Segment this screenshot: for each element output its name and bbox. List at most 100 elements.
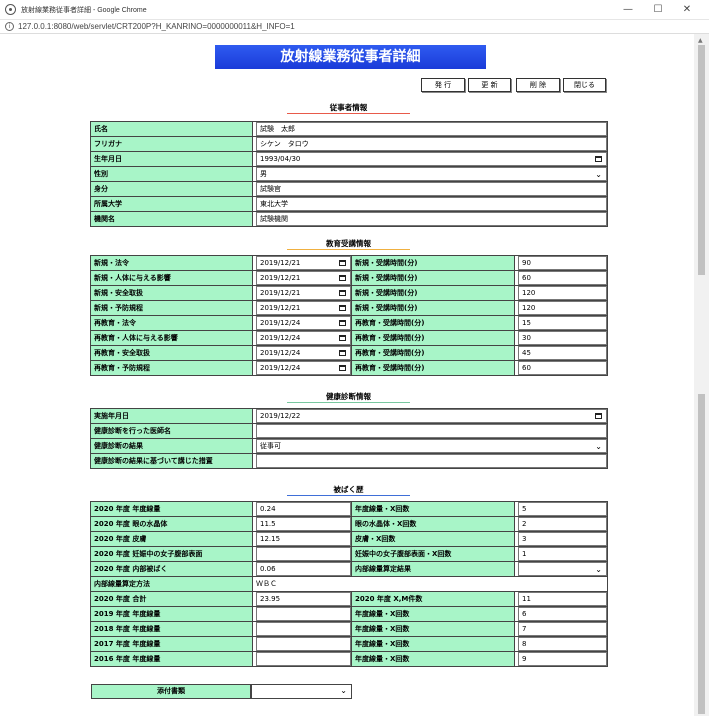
attachment-select[interactable]: ⌄ xyxy=(251,684,352,699)
update-button[interactable]: 更 新 xyxy=(468,78,511,92)
close-window-button[interactable]: ✕ xyxy=(680,3,694,17)
exposure-field[interactable]: 23.95 xyxy=(256,592,351,606)
exposure-count-field[interactable]: 6 xyxy=(518,607,607,621)
name-label: 氏名 xyxy=(90,121,253,137)
scroll-up-icon[interactable]: ▲ xyxy=(698,37,703,44)
exposure-count-field[interactable]: 3 xyxy=(518,532,607,546)
exposure-section-underline xyxy=(287,495,410,496)
scrollbar-thumb-lower xyxy=(698,394,705,714)
calendar-icon[interactable] xyxy=(339,350,346,356)
status-field[interactable]: 試験官 xyxy=(256,182,607,196)
scrollbar-thumb[interactable] xyxy=(698,45,705,275)
calendar-icon[interactable] xyxy=(339,365,346,371)
internal-dose-result-select[interactable]: ⌄ xyxy=(518,562,607,576)
issue-button[interactable]: 発 行 xyxy=(421,78,465,92)
close-button[interactable]: 閉じる xyxy=(563,78,606,92)
calendar-icon[interactable] xyxy=(595,413,602,419)
exposure-field[interactable] xyxy=(256,637,351,651)
exposure-table: 2020 年度 年度線量 0.24 年度線量・X回数 5 2020 年度 眼の水… xyxy=(90,501,608,667)
education-hours-field[interactable]: 60 xyxy=(518,361,607,375)
education-date-field[interactable]: 2019/12/24 xyxy=(256,331,351,345)
exposure-count-field[interactable]: 9 xyxy=(518,652,607,666)
education-hours-label: 再教育・受講時間(分) xyxy=(351,345,515,361)
table-row: 生年月日 1993/04/30 xyxy=(90,151,608,167)
table-row: 健康診断を行った医師名 xyxy=(90,423,608,439)
table-row: 身分 試験官 xyxy=(90,181,608,197)
education-hours-label: 新規・受講時間(分) xyxy=(351,300,515,316)
exposure-field[interactable] xyxy=(256,607,351,621)
exposure-field[interactable] xyxy=(256,652,351,666)
education-hours-label: 新規・受講時間(分) xyxy=(351,285,515,301)
education-hours-field[interactable]: 120 xyxy=(518,301,607,315)
minimize-button[interactable]: — xyxy=(621,3,635,17)
delete-button[interactable]: 削 除 xyxy=(516,78,560,92)
internal-dose-result-label: 内部線量算定結果 xyxy=(351,561,515,577)
calendar-icon[interactable] xyxy=(339,335,346,341)
birthdate-field[interactable]: 1993/04/30 xyxy=(256,152,607,166)
education-date-field[interactable]: 2019/12/21 xyxy=(256,271,351,285)
exposure-count-field[interactable]: 7 xyxy=(518,622,607,636)
birthdate-value: 1993/04/30 xyxy=(260,155,301,163)
table-row: 新規・安全取扱 2019/12/21 新規・受講時間(分) 120 xyxy=(90,285,608,301)
education-date-field[interactable]: 2019/12/24 xyxy=(256,316,351,330)
education-hours-field[interactable]: 15 xyxy=(518,316,607,330)
name-field[interactable]: 試験 太郎 xyxy=(256,122,607,136)
exposure-count-field[interactable]: 8 xyxy=(518,637,607,651)
education-date-field[interactable]: 2019/12/24 xyxy=(256,346,351,360)
table-row: 健康診断の結果 従事可 ⌄ xyxy=(90,438,608,454)
education-date-field[interactable]: 2019/12/24 xyxy=(256,361,351,375)
table-row: 再教育・予防規程 2019/12/24 再教育・受講時間(分) 60 xyxy=(90,360,608,376)
university-label: 所属大学 xyxy=(90,196,253,212)
exam-result-label: 健康診断の結果 xyxy=(90,438,253,454)
education-date-field[interactable]: 2019/12/21 xyxy=(256,286,351,300)
calendar-icon[interactable] xyxy=(339,260,346,266)
exam-date-field[interactable]: 2019/12/22 xyxy=(256,409,607,423)
education-hours-label: 再教育・受講時間(分) xyxy=(351,315,515,331)
university-field[interactable]: 東北大学 xyxy=(256,197,607,211)
education-hours-field[interactable]: 30 xyxy=(518,331,607,345)
page-content: 放射線業務従事者詳細 発 行 更 新 削 除 閉じる 従事者情報 氏名 試験 太… xyxy=(0,34,694,716)
exposure-field[interactable]: 11.5 xyxy=(256,517,351,531)
education-date-field[interactable]: 2019/12/21 xyxy=(256,256,351,270)
exposure-count-field[interactable]: 5 xyxy=(518,502,607,516)
table-row: 2018 年度 年度線量 年度線量・X回数 7 xyxy=(90,621,608,637)
calendar-icon[interactable] xyxy=(339,305,346,311)
exposure-field[interactable]: 0.06 xyxy=(256,562,351,576)
maximize-button[interactable]: ☐ xyxy=(651,3,665,17)
calendar-icon[interactable] xyxy=(339,275,346,281)
worker-table: 氏名 試験 太郎 フリガナ シケン タロウ 生年月日 1993/04/30 性別… xyxy=(90,121,608,227)
exposure-count-field[interactable]: 2 xyxy=(518,517,607,531)
info-icon[interactable]: i xyxy=(5,22,14,31)
vertical-scrollbar[interactable]: ▲ xyxy=(694,34,709,716)
gender-select[interactable]: 男 ⌄ xyxy=(256,167,607,181)
exam-result-select[interactable]: 従事可 ⌄ xyxy=(256,439,607,453)
doctor-label: 健康診断を行った医師名 xyxy=(90,423,253,439)
education-hours-field[interactable]: 45 xyxy=(518,346,607,360)
calendar-icon[interactable] xyxy=(339,290,346,296)
exposure-field[interactable] xyxy=(256,547,351,561)
exposure-field[interactable] xyxy=(256,622,351,636)
exposure-field[interactable]: 0.24 xyxy=(256,502,351,516)
education-label: 新規・人体に与える影響 xyxy=(90,270,253,286)
education-date-field[interactable]: 2019/12/21 xyxy=(256,301,351,315)
doctor-field[interactable] xyxy=(256,424,607,438)
education-hours-field[interactable]: 120 xyxy=(518,286,607,300)
url-text[interactable]: 127.0.0.1:8080/web/servlet/CRT200P?H_KAN… xyxy=(18,22,295,31)
measures-field[interactable] xyxy=(256,454,607,468)
table-row: 2020 年度 妊娠中の女子腹部表面 妊娠中の女子腹部表面・X回数 1 xyxy=(90,546,608,562)
exposure-count-field[interactable]: 11 xyxy=(518,592,607,606)
exposure-field[interactable]: 12.15 xyxy=(256,532,351,546)
exposure-label: 2016 年度 年度線量 xyxy=(90,651,253,667)
address-bar[interactable]: i 127.0.0.1:8080/web/servlet/CRT200P?H_K… xyxy=(0,20,709,34)
table-row: 性別 男 ⌄ xyxy=(90,166,608,182)
calendar-icon[interactable] xyxy=(595,156,602,162)
exposure-count-field[interactable]: 1 xyxy=(518,547,607,561)
education-hours-field[interactable]: 90 xyxy=(518,256,607,270)
education-date-value: 2019/12/21 xyxy=(260,304,301,312)
education-label: 新規・法令 xyxy=(90,255,253,271)
table-row: 2020 年度 年度線量 0.24 年度線量・X回数 5 xyxy=(90,501,608,517)
institution-field[interactable]: 試験機関 xyxy=(256,212,607,226)
education-hours-field[interactable]: 60 xyxy=(518,271,607,285)
calendar-icon[interactable] xyxy=(339,320,346,326)
furigana-field[interactable]: シケン タロウ xyxy=(256,137,607,151)
